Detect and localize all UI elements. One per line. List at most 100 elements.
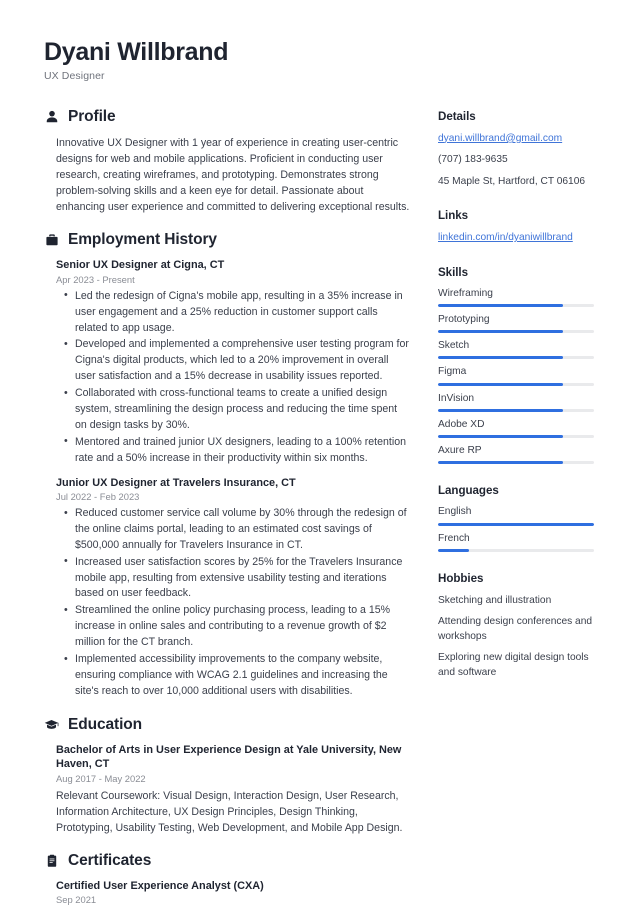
employment-entry-title: Senior UX Designer at Cigna, CT (56, 259, 225, 272)
language-meter-track (438, 522, 594, 526)
profile-text: Innovative UX Designer with 1 year of ex… (56, 136, 410, 214)
section-employment-header: Employment History (44, 231, 410, 249)
certificate-entry-title: Certified User Experience Analyst (CXA) (56, 879, 264, 892)
sidebar-details: Details dyani.willbrand@gmail.com (707) … (438, 110, 594, 189)
bullet-item: Implemented accessibility improvements t… (64, 652, 410, 700)
section-education-header: Education (44, 716, 410, 734)
skill-item: InVision (438, 393, 594, 412)
skill-label: Wireframing (438, 287, 493, 299)
section-employment-body: Senior UX Designer at Cigna, CT Apr 2023… (44, 258, 410, 699)
section-profile-body: Innovative UX Designer with 1 year of ex… (44, 135, 410, 215)
sidebar-details-title: Details (438, 109, 476, 123)
certificate-entry-date: Sep 2021 (56, 894, 97, 906)
sidebar-skills-title: Skills (438, 265, 468, 279)
hobby-item: Exploring new digital design tools and s… (438, 652, 589, 678)
phone-text: (707) 183-9635 (438, 154, 508, 166)
language-meter-track (438, 548, 594, 552)
skill-meter-track (438, 356, 594, 360)
skill-item: Adobe XD (438, 418, 594, 439)
bullet-item: Streamlined the online policy purchasing… (64, 603, 410, 651)
address-text: 45 Maple St, Hartford, CT 06106 (438, 175, 586, 187)
education-entry-title: Bachelor of Arts in User Experience Desi… (56, 743, 402, 771)
sidebar-column: Details dyani.willbrand@gmail.com (707) … (438, 108, 594, 700)
skill-label: Prototyping (438, 313, 490, 325)
main-column: Profile Innovative UX Designer with 1 ye… (44, 108, 410, 921)
bullet-item: Mentored and trained junior UX designers… (64, 434, 410, 467)
sidebar-languages-title: Languages (438, 484, 499, 498)
bullet-item: Reduced customer service call volume by … (64, 506, 410, 554)
skill-label: Figma (438, 366, 467, 378)
section-employment: Employment History Senior UX Designer at… (44, 231, 410, 699)
employment-entry-title: Junior UX Designer at Travelers Insuranc… (56, 476, 296, 489)
skill-meter-fill (438, 330, 563, 334)
skill-meter-fill (438, 461, 563, 465)
resume-columns: Profile Innovative UX Designer with 1 ye… (44, 108, 594, 921)
hobby-item: Attending design conferences and worksho… (438, 616, 593, 642)
skill-meter-fill (438, 382, 563, 386)
employment-entry-date: Apr 2023 - Present (56, 273, 135, 285)
email-link[interactable]: dyani.willbrand@gmail.com (438, 132, 594, 146)
language-label: French (438, 532, 470, 544)
sidebar-languages: Languages English French (438, 484, 594, 552)
language-meter-fill (438, 548, 470, 552)
sidebar-hobbies-title: Hobbies (438, 571, 484, 585)
section-profile: Profile Innovative UX Designer with 1 ye… (44, 108, 410, 215)
sidebar-hobbies: Hobbies Sketching and illustration Atten… (438, 572, 594, 680)
language-label: English (438, 506, 472, 518)
bullet-item: Developed and implemented a comprehensiv… (64, 337, 410, 385)
employment-entry: Senior UX Designer at Cigna, CT Apr 2023… (56, 258, 410, 466)
section-certificates-body: Certified User Experience Analyst (CXA) … (44, 879, 410, 906)
skill-item: Wireframing (438, 288, 594, 307)
briefcase-icon (44, 233, 59, 248)
candidate-job-title: UX Designer (44, 69, 105, 82)
employment-entry-bullets: Reduced customer service call volume by … (56, 506, 410, 700)
language-item: French (438, 533, 594, 552)
resume-header: Dyani Willbrand UX Designer (44, 38, 594, 82)
skill-meter-track (438, 382, 594, 386)
linkedin-link[interactable]: linkedin.com/in/dyaniwillbrand (438, 231, 594, 245)
section-certificates-title: Certificates (68, 851, 152, 869)
skill-item: Prototyping (438, 313, 594, 334)
skill-meter-fill (438, 435, 563, 439)
graduation-cap-icon (44, 717, 59, 732)
employment-entry-bullets: Led the redesign of Cigna's mobile app, … (56, 288, 410, 467)
section-certificates-header: Certificates (44, 852, 410, 870)
certificate-entry: Certified User Experience Analyst (CXA) … (56, 879, 410, 906)
sidebar-skills: Skills Wireframing Prototyping Sketch Fi… (438, 266, 594, 465)
skill-label: Axure RP (438, 445, 482, 457)
skill-meter-track (438, 461, 594, 465)
resume-page: Dyani Willbrand UX Designer Profile Inno… (0, 0, 640, 905)
language-meter-fill (438, 522, 594, 526)
skill-label: InVision (438, 392, 475, 404)
sidebar-links-title: Links (438, 209, 469, 223)
education-entry: Bachelor of Arts in User Experience Desi… (56, 743, 410, 836)
section-profile-header: Profile (44, 108, 410, 126)
skill-item: Sketch (438, 340, 594, 360)
language-item: English (438, 506, 594, 526)
bullet-item: Collaborated with cross-functional teams… (64, 386, 410, 434)
section-profile-title: Profile (68, 107, 116, 125)
section-education: Education Bachelor of Arts in User Exper… (44, 716, 410, 836)
user-icon (44, 109, 59, 124)
skill-meter-track (438, 435, 594, 439)
section-education-body: Bachelor of Arts in User Experience Desi… (44, 743, 410, 836)
education-entry-date: Aug 2017 - May 2022 (56, 772, 146, 784)
section-employment-title: Employment History (68, 231, 217, 249)
skill-meter-track (438, 303, 594, 307)
section-certificates: Certificates Certified User Experience A… (44, 852, 410, 906)
hobby-item: Sketching and illustration (438, 594, 552, 606)
skill-meter-track (438, 330, 594, 334)
sidebar-links: Links linkedin.com/in/dyaniwillbrand (438, 209, 594, 245)
skill-meter-track (438, 408, 594, 412)
employment-entry: Junior UX Designer at Travelers Insuranc… (56, 476, 410, 700)
skill-label: Sketch (438, 340, 470, 352)
clipboard-icon (44, 853, 59, 868)
skill-item: Axure RP (438, 445, 594, 465)
employment-entry-date: Jul 2022 - Feb 2023 (56, 491, 140, 503)
candidate-name: Dyani Willbrand (44, 38, 229, 66)
skill-item: Figma (438, 366, 594, 386)
bullet-item: Led the redesign of Cigna's mobile app, … (64, 288, 410, 337)
education-entry-description: Relevant Coursework: Visual Design, Inte… (56, 789, 403, 834)
skill-label: Adobe XD (438, 418, 485, 430)
skill-meter-fill (438, 356, 563, 360)
